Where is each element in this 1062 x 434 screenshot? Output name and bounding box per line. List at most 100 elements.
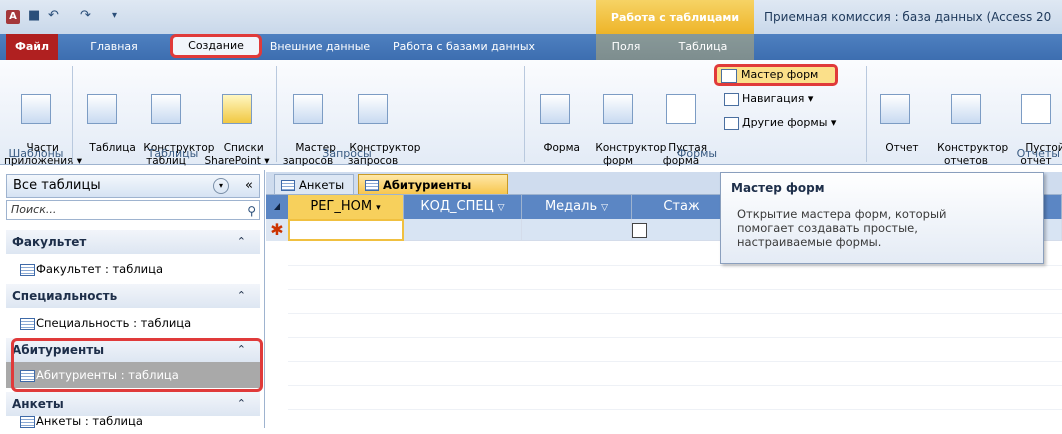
title-bar: A ■ ↶ ↷ ▾ Работа с таблицами Приемная ко… [0,0,1062,34]
table-icon [87,94,117,124]
doc-tab-abiturienty[interactable]: Абитуриенты [358,174,508,194]
nav-group-fakultet[interactable]: Факультет ⌃ [6,230,260,254]
search-icon[interactable]: ⚲ [247,202,256,220]
grid-line [288,265,1062,266]
undo-icon[interactable]: ↶ [48,8,59,23]
report-icon [880,94,910,124]
column-header-label: Медаль [544,199,598,214]
table-icon [20,416,35,428]
ribbon-separator [524,66,525,162]
nav-group-specialnost[interactable]: Специальность ⌃ [6,284,260,308]
tab-file[interactable]: Файл [6,34,58,60]
chevron-down-icon[interactable]: ▾ [213,178,229,194]
blank-report-button[interactable]: Пустой отчет [1012,68,1062,181]
window-title: Приемная комиссия : база данных (Access … [764,10,1052,24]
form-designer-icon [603,94,633,124]
nav-object-fakultet-table[interactable]: Факультет : таблица [6,256,260,282]
collapse-pane-icon[interactable]: « [245,175,253,197]
chevron-down-icon[interactable]: ▽ [601,203,608,213]
ribbon-separator [276,66,277,162]
app-parts-button[interactable]: Части приложения ▾ [4,68,82,181]
ribbon: Части приложения ▾ Шаблоны Таблица Конст… [0,60,1062,168]
group-label-queries: Запросы [322,147,372,160]
nav-group-title: Факультет [12,235,87,249]
group-label-reports: Отчеты [1016,147,1060,160]
table-icon [20,264,35,276]
navigation-icon [724,92,739,106]
table-designer-button[interactable]: Конструктор таблиц [130,68,214,181]
navigation-label: Навигация ▾ [742,92,814,105]
table-icon [20,318,35,330]
report-designer-button[interactable]: Конструктор отчетов [920,68,1012,181]
column-header-medal[interactable]: Медаль ▽ [522,195,632,219]
form-wizard-tooltip: Мастер форм Открытие мастера форм, котор… [720,172,1044,264]
column-header-kod-spec[interactable]: КОД_СПЕЦ ▽ [404,195,522,219]
column-header-label: РЕГ_НОМ [310,199,373,214]
tab-external-data[interactable]: Внешние данные [266,34,374,60]
column-header-label: Стаж [663,199,700,214]
collapse-group-icon[interactable]: ⌃ [237,284,246,308]
report-designer-label: Конструктор отчетов [937,142,1009,167]
tab-fields[interactable]: Поля [604,34,648,60]
column-header-reg-nom[interactable]: РЕГ_НОМ ▾ [288,195,404,219]
other-forms-button[interactable]: Другие формы ▾ [724,116,836,130]
tab-home[interactable]: Главная [66,34,162,60]
collapse-group-icon[interactable]: ⌃ [237,338,246,362]
customize-icon[interactable]: ▾ [112,10,117,21]
select-all-button[interactable] [266,195,288,219]
cell-medal[interactable] [522,219,632,241]
save-icon[interactable]: ■ [28,8,40,23]
sharepoint-lists-button[interactable]: Списки SharePoint ▾ [204,68,270,181]
chevron-down-icon[interactable]: ▾ [376,203,381,213]
group-label-forms: Формы [676,147,718,160]
column-header-stazh[interactable]: Стаж [632,195,732,219]
collapse-group-icon[interactable]: ⌃ [237,230,246,254]
access-app-icon[interactable]: A [6,10,20,24]
grid-line [288,409,1062,410]
nav-pane-title: Все таблицы [13,178,101,193]
sharepoint-icon [222,94,252,124]
cell-kod-spec[interactable] [404,219,522,241]
nav-object-ankety-table[interactable]: Анкеты : таблица [6,408,260,434]
blank-form-icon [666,94,696,124]
medal-checkbox[interactable] [632,223,647,238]
nav-search-input[interactable]: Поиск... ⚲ [6,200,260,220]
table-designer-icon [151,94,181,124]
nav-group-abiturienty[interactable]: Абитуриенты ⌃ [6,338,260,362]
tooltip-body: Открытие мастера форм, который помогает … [737,207,947,249]
table-icon [281,180,295,191]
nav-object-label: Абитуриенты : таблица [36,368,179,382]
query-designer-button[interactable]: Конструктор запросов [336,68,420,181]
doc-tab-ankety[interactable]: Анкеты [274,174,354,194]
redo-icon[interactable]: ↷ [80,8,91,23]
blank-form-button[interactable]: Пустая форма [654,68,708,181]
tab-create[interactable]: Создание [170,34,262,58]
group-label-templates: Шаблоны [8,147,64,160]
ribbon-separator [72,66,73,162]
nav-object-specialnost-table[interactable]: Специальность : таблица [6,310,260,336]
cell-reg-nom[interactable] [288,219,404,241]
grid-line [288,289,1062,290]
form-wizard-button[interactable]: Мастер форм [714,64,838,86]
query-wizard-button[interactable]: Мастер запросов [282,68,336,181]
nav-object-abiturienty-table[interactable]: Абитуриенты : таблица [6,362,260,388]
tooltip-title: Мастер форм [731,181,825,195]
chevron-down-icon[interactable]: ▽ [498,203,505,213]
query-wizard-icon [293,94,323,124]
grid-line [288,361,1062,362]
navigation-button[interactable]: Навигация ▾ [724,92,813,106]
tab-database-tools[interactable]: Работа с базами данных [376,34,552,60]
tab-table[interactable]: Таблица [672,34,734,60]
ribbon-separator [866,66,867,162]
nav-object-label: Факультет : таблица [36,262,164,276]
form-icon [540,94,570,124]
grid-line [288,385,1062,386]
form-designer-button[interactable]: Конструктор форм [582,68,666,181]
search-placeholder: Поиск... [11,203,57,216]
nav-pane-header[interactable]: Все таблицы ▾ « [6,174,260,198]
form-wizard-icon [721,69,737,83]
grid-line [288,337,1062,338]
nav-group-title: Абитуриенты [12,343,105,357]
query-designer-icon [358,94,388,124]
report-button[interactable]: Отчет [872,68,919,168]
